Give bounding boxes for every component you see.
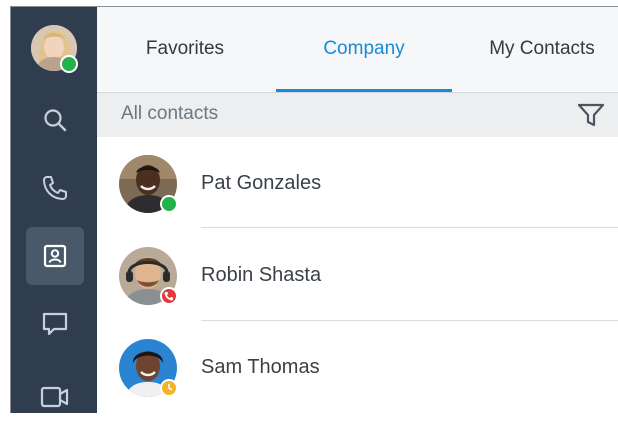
tab-label: Favorites — [145, 38, 225, 59]
contacts-icon — [43, 244, 67, 268]
user-presence-indicator — [60, 55, 78, 73]
contact-row[interactable]: Pat Gonzales — [97, 137, 618, 229]
app-window: Favorites Company My Contacts All contac… — [0, 0, 618, 413]
tab-company[interactable]: Company — [276, 7, 452, 91]
tab-label: Company — [323, 38, 405, 59]
phone-icon — [43, 176, 67, 200]
rail-calls-button[interactable] — [26, 159, 84, 217]
rail-chat-button[interactable] — [26, 295, 84, 353]
presence-available-indicator — [160, 195, 178, 213]
contact-name: Sam Thomas — [201, 356, 320, 378]
chat-icon — [42, 312, 68, 336]
phone-icon — [164, 292, 173, 301]
tab-label: My Contacts — [489, 38, 595, 59]
search-icon — [44, 109, 67, 132]
contact-row[interactable]: Sam Thomas — [97, 321, 618, 413]
filter-label: All contacts — [121, 103, 219, 124]
tab-bar: Favorites Company My Contacts — [97, 7, 618, 92]
row-divider — [201, 227, 618, 228]
clock-icon — [168, 383, 173, 391]
rail-contacts-button[interactable] — [26, 227, 84, 285]
filter-bar: All contacts — [97, 93, 618, 137]
contacts-panel: Favorites Company My Contacts All contac… — [97, 7, 618, 413]
contact-name: Robin Shasta — [201, 264, 322, 286]
rail-video-button[interactable] — [26, 368, 84, 426]
presence-away-indicator — [160, 379, 178, 397]
contact-row[interactable]: Robin Shasta — [97, 229, 618, 321]
contact-name: Pat Gonzales — [201, 172, 322, 194]
tab-favorites[interactable]: Favorites — [115, 7, 255, 91]
rail-search-button[interactable] — [26, 91, 84, 149]
tab-my-contacts[interactable]: My Contacts — [467, 7, 617, 91]
video-icon — [40, 386, 69, 408]
presence-on-call-indicator — [160, 287, 178, 305]
filter-icon[interactable] — [577, 102, 605, 128]
